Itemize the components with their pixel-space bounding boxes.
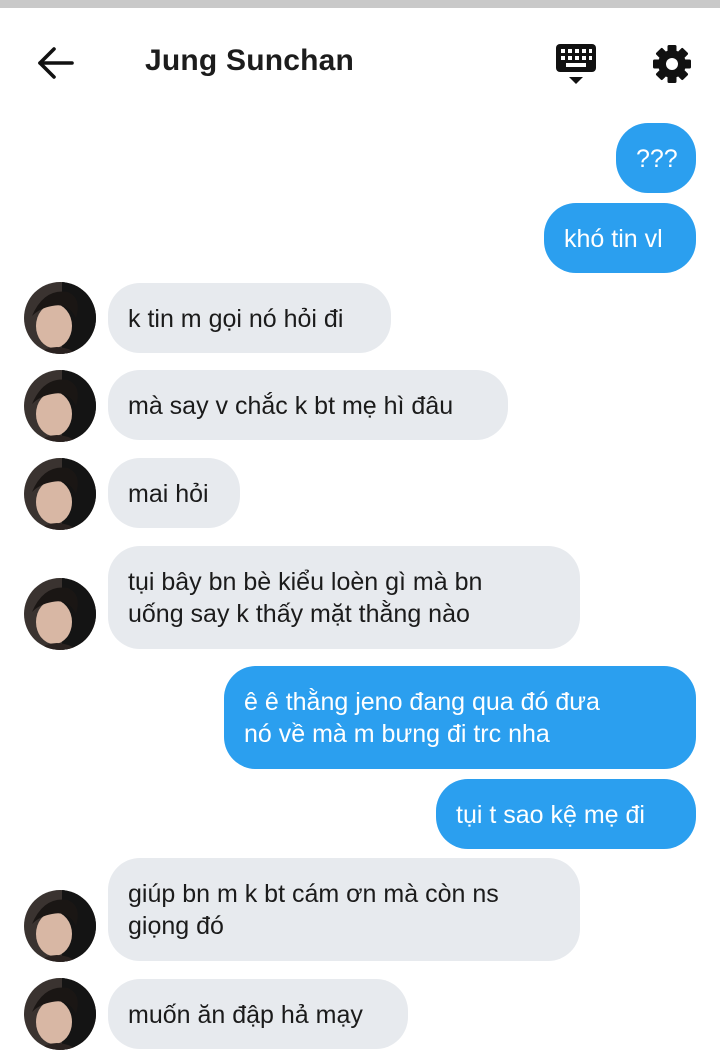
message-bubble-outgoing[interactable]: khó tin vl xyxy=(544,203,696,273)
chat-header: Jung Sunchan xyxy=(0,8,720,118)
avatar-photo xyxy=(24,578,96,650)
conversation-title: Jung Sunchan xyxy=(145,44,355,77)
settings-button[interactable] xyxy=(651,43,693,85)
gear-icon xyxy=(653,45,691,83)
back-button[interactable] xyxy=(36,46,76,80)
avatar[interactable] xyxy=(24,458,96,530)
avatar-photo xyxy=(24,282,96,354)
message-bubble-incoming[interactable]: k tin m gọi nó hỏi đi xyxy=(108,283,391,353)
message-bubble-incoming[interactable]: muốn ăn đập hả mạy xyxy=(108,979,408,1049)
arrow-left-icon xyxy=(38,47,74,79)
keyboard-button[interactable] xyxy=(554,42,598,86)
message-bubble-incoming[interactable]: mai hỏi xyxy=(108,458,240,528)
avatar-photo xyxy=(24,370,96,442)
keyboard-icon xyxy=(556,44,596,84)
message-bubble-outgoing[interactable]: ê ê thằng jeno đang qua đó đưa nó về mà … xyxy=(224,666,696,769)
avatar-photo xyxy=(24,458,96,530)
avatar[interactable] xyxy=(24,282,96,354)
avatar[interactable] xyxy=(24,578,96,650)
message-bubble-outgoing[interactable]: ??? xyxy=(616,123,696,193)
avatar[interactable] xyxy=(24,978,96,1050)
status-bar-strip xyxy=(0,0,720,8)
avatar-photo xyxy=(24,978,96,1050)
message-bubble-outgoing[interactable]: tụi t sao kệ mẹ đi xyxy=(436,779,696,849)
avatar[interactable] xyxy=(24,890,96,962)
avatar-photo xyxy=(24,890,96,962)
avatar[interactable] xyxy=(24,370,96,442)
message-bubble-incoming[interactable]: giúp bn m k bt cám ơn mà còn ns giọng đó xyxy=(108,858,580,961)
message-bubble-incoming[interactable]: tụi bây bn bè kiểu loèn gì mà bn uống sa… xyxy=(108,546,580,649)
message-bubble-incoming[interactable]: mà say v chắc k bt mẹ hì đâu xyxy=(108,370,508,440)
